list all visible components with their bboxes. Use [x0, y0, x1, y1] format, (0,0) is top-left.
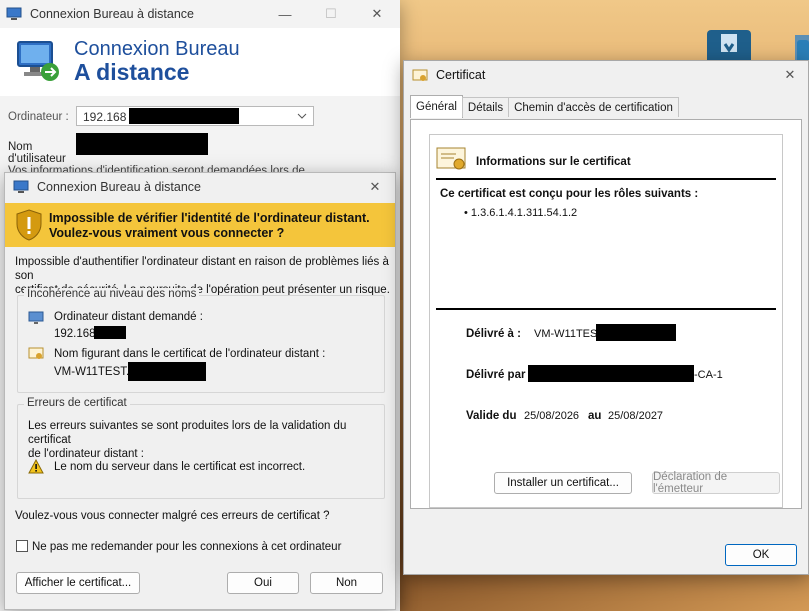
cert-info-box: Informations sur le certificat Ce certif… — [429, 134, 783, 508]
cert-error-item: Le nom du serveur dans le certificat est… — [54, 461, 306, 473]
rdp-header-subtitle: A distance — [74, 59, 190, 85]
view-certificate-button[interactable]: Afficher le certificat... — [16, 572, 140, 594]
intro-line-1: Impossible d'authentifier l'ordinateur d… — [15, 256, 389, 282]
redaction-bar — [528, 365, 694, 382]
name-mismatch-group: Incohérence au niveau des noms Ordinateu… — [17, 288, 385, 393]
certificate-info-icon — [436, 147, 466, 170]
desktop-app-icon[interactable] — [707, 30, 751, 64]
issuer-statement-button[interactable]: Déclaration de l'émetteur — [652, 471, 780, 495]
requested-computer-value: 192.168 — [54, 328, 96, 340]
issued-by-label: Délivré par — [466, 369, 526, 381]
maximize-button[interactable]: ☐ — [308, 0, 354, 28]
cert-errors-line-2: de l'ordinateur distant : — [28, 448, 144, 460]
redaction-bar — [596, 324, 676, 341]
warning-heading: Impossible de vérifier l'identité de l'o… — [49, 211, 370, 241]
cert-errors-group: Erreurs de certificat Les erreurs suivan… — [17, 397, 385, 499]
cert-info-title: Informations sur le certificat — [476, 156, 631, 168]
certificate-icon — [412, 69, 428, 81]
minimize-button[interactable]: — — [262, 0, 308, 28]
rdp-app-icon — [13, 180, 29, 193]
rdp-logo-icon — [17, 41, 59, 81]
divider — [436, 178, 776, 180]
valid-from-label: Valide du — [466, 410, 517, 422]
cert-name-label: Nom figurant dans le certificat de l'ord… — [54, 348, 326, 360]
redaction-bar — [94, 326, 126, 339]
cert-errors-line-1: Les erreurs suivantes se sont produites … — [28, 420, 347, 446]
continue-question: Voulez-vous vous connecter malgré ces er… — [15, 510, 330, 522]
cert-close-button[interactable]: ✕ — [772, 61, 808, 89]
dont-ask-checkbox[interactable] — [16, 540, 28, 552]
warn-titlebar[interactable]: Connexion Bureau à distance ✕ — [5, 173, 395, 201]
tab-details[interactable]: Détails — [461, 97, 510, 117]
redaction-bar — [128, 362, 206, 381]
warning-heading-line1: Impossible de vérifier l'identité de l'o… — [49, 211, 370, 225]
yes-button[interactable]: Oui — [227, 572, 299, 594]
security-warning-dialog: Connexion Bureau à distance ✕ Impossible… — [4, 172, 396, 610]
ok-button[interactable]: OK — [725, 544, 797, 566]
divider — [436, 308, 776, 310]
warning-banner: Impossible de vérifier l'identité de l'o… — [5, 203, 395, 247]
requested-computer-label: Ordinateur distant demandé : — [54, 311, 203, 323]
name-mismatch-title: Incohérence au niveau des noms — [24, 288, 200, 300]
rdp-header: Connexion Bureau A distance — [0, 28, 400, 96]
valid-from-value: 25/08/2026 — [524, 410, 580, 422]
cert-name-value: VM-W11TEST. — [54, 366, 130, 378]
rdp-titlebar[interactable]: Connexion Bureau à distance — ☐ ✕ — [0, 0, 400, 28]
redaction-bar — [76, 133, 208, 155]
close-icon: ✕ — [784, 67, 796, 82]
close-icon: ✕ — [369, 179, 381, 194]
computer-combobox[interactable]: 192.168 — [76, 106, 314, 126]
purpose-item: • 1.3.6.1.4.1.311.54.1.2 — [464, 207, 578, 219]
tab-general[interactable]: Général — [410, 95, 463, 118]
cert-titlebar[interactable]: Certificat ✕ — [404, 61, 808, 89]
certificate-icon — [28, 347, 44, 359]
rdp-header-title: Connexion Bureau — [74, 38, 240, 60]
cert-errors-title: Erreurs de certificat — [24, 397, 130, 409]
redaction-bar — [129, 108, 239, 124]
minimize-icon: — — [278, 6, 292, 22]
close-icon: ✕ — [371, 6, 383, 21]
shield-warning-icon — [16, 209, 42, 241]
purpose-heading: Ce certificat est conçu pour les rôles s… — [440, 188, 699, 200]
general-tab-panel: Informations sur le certificat Ce certif… — [410, 119, 802, 509]
certificate-window: Certificat ✕ Général Détails Chemin d'ac… — [403, 60, 809, 575]
maximize-icon: ☐ — [325, 6, 337, 21]
warning-triangle-icon — [28, 459, 44, 474]
warn-window-title: Connexion Bureau à distance — [37, 180, 202, 194]
tab-certification-path[interactable]: Chemin d'accès de certification — [508, 97, 679, 117]
computer-value: 192.168 — [83, 110, 127, 124]
warn-close-button[interactable]: ✕ — [357, 173, 393, 201]
rdp-window-title: Connexion Bureau à distance — [30, 7, 195, 21]
cert-errors-text: Les erreurs suivantes se sont produites … — [28, 419, 384, 461]
cert-tabs: Général Détails Chemin d'accès de certif… — [410, 95, 679, 119]
no-button[interactable]: Non — [310, 572, 383, 594]
valid-to-value: 25/08/2027 — [608, 410, 664, 422]
warning-heading-line2: Voulez-vous vraiment vous connecter ? — [49, 226, 285, 240]
rdp-app-icon — [6, 7, 22, 20]
issued-by-suffix: -CA-1 — [694, 369, 723, 381]
issued-to-value: VM-W11TEST — [534, 328, 605, 340]
chevron-down-icon — [297, 113, 307, 119]
valid-to-label: au — [588, 410, 602, 422]
close-button[interactable]: ✕ — [354, 0, 400, 28]
cert-window-title: Certificat — [436, 68, 486, 82]
computer-label: Ordinateur : — [8, 111, 69, 123]
install-certificate-button[interactable]: Installer un certificat... — [494, 472, 632, 494]
computer-icon — [28, 311, 44, 324]
issued-to-label: Délivré à : — [466, 328, 521, 340]
dont-ask-label: Ne pas me redemander pour les connexions… — [32, 541, 342, 553]
